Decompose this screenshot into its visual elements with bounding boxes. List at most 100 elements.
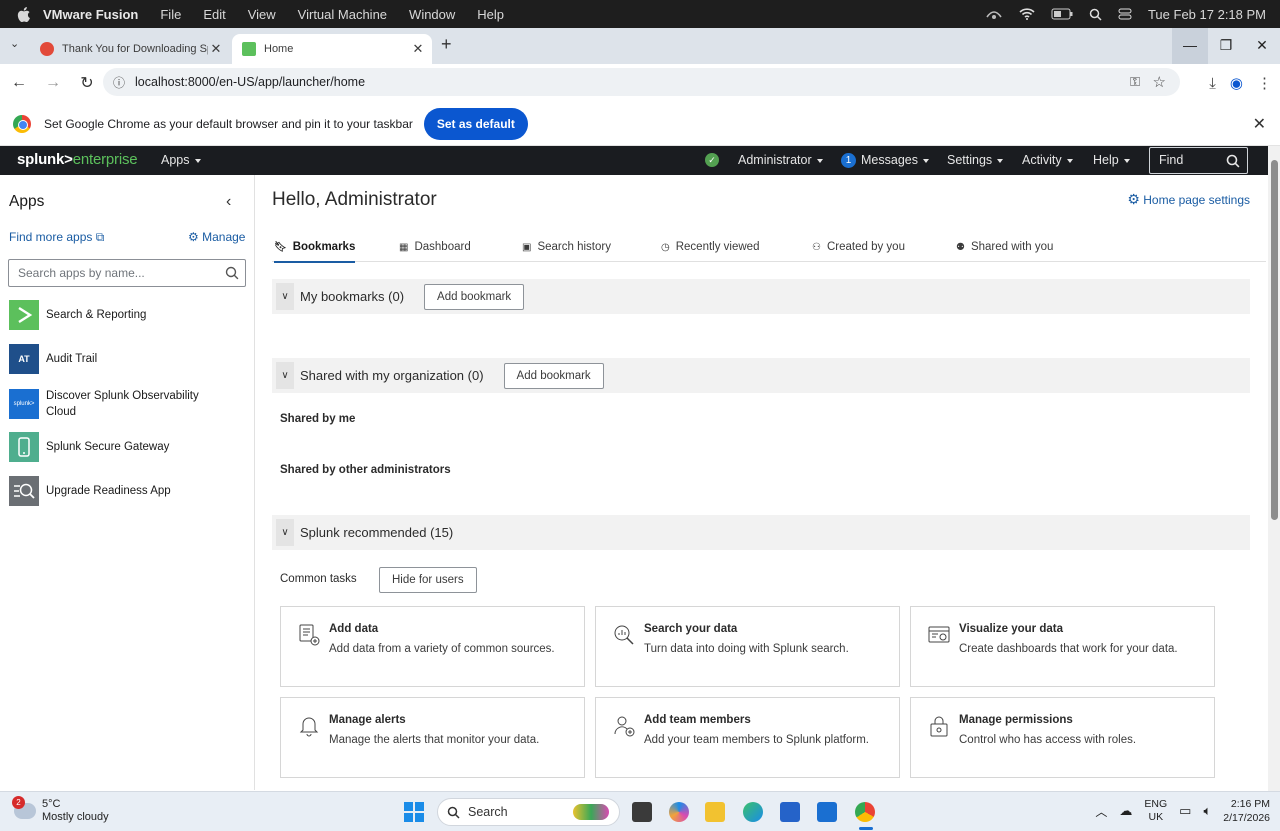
- file-explorer-icon[interactable]: [705, 802, 725, 822]
- gear-icon: ⚙: [1127, 191, 1140, 207]
- close-infobar-icon[interactable]: ✕: [1253, 114, 1266, 134]
- store-icon[interactable]: [780, 802, 800, 822]
- app-discover-observability[interactable]: splunk> Discover Splunk Observability Cl…: [9, 388, 209, 420]
- back-icon[interactable]: ←: [4, 74, 34, 92]
- close-tab-icon[interactable]: ✕: [410, 41, 426, 57]
- edge-icon[interactable]: [743, 802, 763, 822]
- forward-icon[interactable]: →: [38, 74, 68, 92]
- page-title: Hello, Administrator: [272, 189, 437, 210]
- clock-icon: ◷: [661, 241, 670, 253]
- card-manage-alerts[interactable]: Manage alerts Manage the alerts that mon…: [280, 697, 585, 778]
- card-visualize-data[interactable]: Visualize your data Create dashboards th…: [910, 606, 1215, 687]
- download-icon[interactable]: ⤓: [1209, 75, 1216, 92]
- chevron-down-icon[interactable]: ∨: [276, 519, 294, 546]
- find-input[interactable]: Find: [1149, 147, 1248, 174]
- maximize-icon[interactable]: ❐: [1208, 28, 1244, 64]
- add-bookmark-button[interactable]: Add bookmark: [503, 362, 604, 389]
- spotlight-icon[interactable]: [1089, 8, 1102, 21]
- reload-icon[interactable]: ↻: [72, 73, 102, 93]
- card-manage-permissions[interactable]: Manage permissions Control who has acces…: [910, 697, 1215, 778]
- mac-clock[interactable]: Tue Feb 17 2:18 PM: [1148, 7, 1266, 22]
- close-window-icon[interactable]: ✕: [1244, 28, 1280, 64]
- chrome-taskbar-icon[interactable]: [855, 802, 875, 822]
- site-info-icon[interactable]: ⓘ: [113, 74, 125, 91]
- card-add-team-members[interactable]: Add team members Add your team members t…: [595, 697, 900, 778]
- menu-view[interactable]: View: [248, 7, 276, 22]
- battery-icon[interactable]: [1051, 8, 1073, 20]
- activity-menu[interactable]: Activity: [1022, 146, 1073, 175]
- tab-home[interactable]: Home ✕: [232, 34, 432, 64]
- url-text[interactable]: localhost:8000/en-US/app/launcher/home: [135, 75, 365, 89]
- scrollbar-thumb[interactable]: [1271, 160, 1278, 520]
- settings-menu[interactable]: Settings: [947, 146, 1004, 175]
- hide-for-users-button[interactable]: Hide for users: [379, 567, 477, 593]
- tab-thank-you[interactable]: Thank You for Downloading Sp ✕: [30, 34, 230, 64]
- language-indicator[interactable]: ENG UK: [1144, 798, 1167, 824]
- tab-dashboard[interactable]: ▦ Dashboard: [399, 241, 471, 253]
- bookmark-star-icon[interactable]: ☆: [1153, 73, 1166, 91]
- close-tab-icon[interactable]: ✕: [208, 41, 224, 57]
- search-icon: [225, 266, 239, 280]
- collapse-sidebar-icon[interactable]: ‹: [226, 193, 231, 211]
- messages-menu[interactable]: 1 Messages: [841, 146, 929, 175]
- set-as-default-button[interactable]: Set as default: [423, 107, 528, 140]
- menu-window[interactable]: Window: [409, 7, 455, 22]
- tab-shared-with-you[interactable]: ⚉ Shared with you: [956, 241, 1053, 253]
- card-search-data[interactable]: Search your data Turn data into doing wi…: [595, 606, 900, 687]
- address-bar[interactable]: ⓘ localhost:8000/en-US/app/launcher/home…: [103, 68, 1180, 96]
- find-more-apps-link[interactable]: Find more apps ⧉: [9, 230, 104, 245]
- wifi-icon[interactable]: [1019, 8, 1035, 20]
- task-view-icon[interactable]: [632, 802, 652, 822]
- card-add-data[interactable]: Add data Add data from a variety of comm…: [280, 606, 585, 687]
- help-menu[interactable]: Help: [1093, 146, 1130, 175]
- tab-recently-viewed[interactable]: ◷ Recently viewed: [661, 241, 759, 253]
- apple-icon[interactable]: [17, 6, 31, 22]
- chevron-down-icon[interactable]: ∨: [276, 283, 294, 310]
- chevron-down-icon[interactable]: ∨: [276, 362, 294, 389]
- outlook-icon[interactable]: [817, 802, 837, 822]
- card-title: Add team members: [644, 714, 751, 726]
- manage-apps-link[interactable]: ⚙ Manage: [188, 230, 245, 244]
- minimize-icon[interactable]: —: [1172, 28, 1208, 64]
- splunk-logo[interactable]: splunk>enterprise: [17, 151, 138, 168]
- search-icon[interactable]: [1226, 154, 1240, 168]
- taskbar-search[interactable]: Search: [437, 798, 620, 826]
- tab-bookmarks[interactable]: 🔖︎ Bookmarks: [274, 241, 356, 263]
- weather-widget[interactable]: 2 5°C Mostly cloudy: [12, 796, 109, 824]
- volume-icon[interactable]: 🔈︎: [1203, 803, 1211, 819]
- app-secure-gateway[interactable]: Splunk Secure Gateway: [9, 432, 169, 462]
- control-center-icon[interactable]: [1118, 8, 1132, 20]
- tab-search-dropdown-icon[interactable]: ⌄: [10, 37, 19, 50]
- display-icon[interactable]: ▭: [1179, 803, 1191, 819]
- new-tab-icon[interactable]: +: [441, 34, 452, 55]
- tab-search-history[interactable]: ▣ Search history: [522, 241, 611, 253]
- profile-icon[interactable]: ◉: [1230, 74, 1243, 92]
- copilot-icon[interactable]: [669, 802, 689, 822]
- app-name[interactable]: VMware Fusion: [43, 7, 138, 22]
- add-bookmark-button[interactable]: Add bookmark: [424, 283, 525, 310]
- app-audit-trail[interactable]: AT Audit Trail: [9, 344, 97, 374]
- app-search-reporting[interactable]: Search & Reporting: [9, 300, 146, 330]
- search-apps-input[interactable]: Search apps by name...: [8, 259, 246, 287]
- windows-start-icon[interactable]: [404, 802, 424, 822]
- menu-help[interactable]: Help: [477, 7, 504, 22]
- taskbar-clock[interactable]: 2:16 PM 2/17/2026: [1223, 797, 1270, 825]
- app-upgrade-readiness[interactable]: Upgrade Readiness App: [9, 476, 171, 506]
- network-icon[interactable]: ☁: [1119, 803, 1132, 819]
- card-title: Add data: [329, 623, 379, 635]
- menu-file[interactable]: File: [160, 7, 181, 22]
- page-scrollbar[interactable]: [1268, 146, 1280, 791]
- home-page-settings-link[interactable]: ⚙ Home page settings: [1127, 191, 1250, 208]
- tab-created-by-you[interactable]: ⚇ Created by you: [812, 241, 905, 253]
- password-key-icon[interactable]: ⚿: [1130, 74, 1140, 90]
- user-menu[interactable]: Administrator: [738, 146, 823, 175]
- health-ok-icon[interactable]: ✓: [705, 153, 719, 167]
- chevron-up-icon[interactable]: ︿: [1095, 803, 1107, 820]
- chrome-menu-icon[interactable]: ⋮: [1257, 74, 1272, 92]
- tab-title: Thank You for Downloading Sp: [62, 43, 208, 55]
- apps-menu[interactable]: Apps: [161, 146, 201, 175]
- menu-virtual-machine[interactable]: Virtual Machine: [298, 7, 387, 22]
- vmware-status-icon[interactable]: [985, 7, 1003, 21]
- app-name: Discover Splunk Observability Cloud: [46, 390, 199, 418]
- menu-edit[interactable]: Edit: [203, 7, 225, 22]
